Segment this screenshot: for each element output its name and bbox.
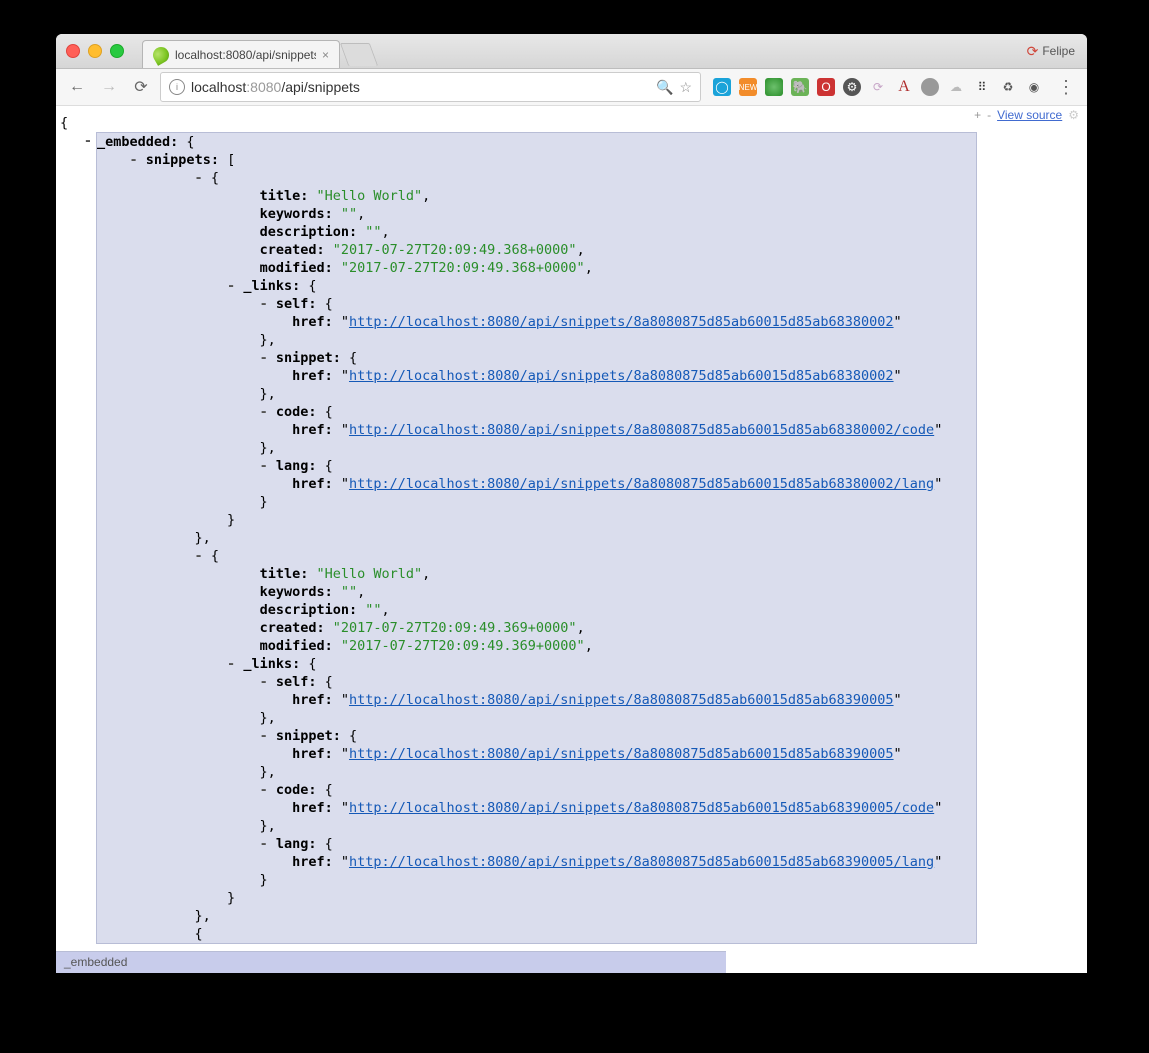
json-link[interactable]: http://localhost:8080/api/snippets/8a808… <box>349 692 894 708</box>
menu-button[interactable]: ⋮ <box>1053 74 1079 100</box>
toggle-icon[interactable]: - <box>260 836 268 852</box>
toggle-icon[interactable]: - <box>130 152 138 168</box>
json-link[interactable]: http://localhost:8080/api/snippets/8a808… <box>349 476 934 492</box>
json-highlighted-block: _embedded: { - snippets: [ - { title: "H… <box>96 132 977 944</box>
browser-window: localhost:8080/api/snippets × ⟳ Felipe ←… <box>56 34 1087 973</box>
toggle-icon[interactable]: - <box>260 728 268 744</box>
settings-gear-icon[interactable]: ⚙ <box>1068 108 1079 122</box>
new-tab-button[interactable] <box>340 43 378 66</box>
toggle-icon[interactable]: - <box>260 674 268 690</box>
toolbar: ← → ⟳ i localhost:8080/api/snippets 🔍 ☆ … <box>56 69 1087 106</box>
address-bar[interactable]: i localhost:8080/api/snippets 🔍 ☆ <box>160 72 701 102</box>
close-tab-icon[interactable]: × <box>322 48 329 62</box>
toggle-icon[interactable]: - <box>195 548 203 564</box>
url-host: localhost <box>191 79 246 95</box>
extension-icon[interactable]: ⠿ <box>973 78 991 96</box>
tab-title: localhost:8080/api/snippets <box>175 48 316 62</box>
window-controls <box>66 44 124 58</box>
toggle-icon[interactable]: - <box>84 133 92 149</box>
title-bar: localhost:8080/api/snippets × ⟳ Felipe <box>56 34 1087 69</box>
json-link[interactable]: http://localhost:8080/api/snippets/8a808… <box>349 746 894 762</box>
json-viewer-toolbar: + - View source ⚙ <box>974 108 1079 122</box>
json-link[interactable]: http://localhost:8080/api/snippets/8a808… <box>349 800 934 816</box>
json-link[interactable]: http://localhost:8080/api/snippets/8a808… <box>349 854 934 870</box>
extension-icon[interactable]: 🐘 <box>791 78 809 96</box>
json-line: { <box>60 114 977 132</box>
json-link[interactable]: http://localhost:8080/api/snippets/8a808… <box>349 368 894 384</box>
status-bar: _embedded <box>56 951 726 973</box>
extension-icon[interactable]: O <box>817 78 835 96</box>
extension-icon[interactable] <box>921 78 939 96</box>
extension-icon[interactable]: NEW <box>739 78 757 96</box>
extension-icons: ◯ NEW 🐘 O ⚙ ⟳ A ☁ ⠿ ♻ ◉ <box>713 78 1043 96</box>
bookmark-star-icon[interactable]: ☆ <box>679 79 692 96</box>
view-source-link[interactable]: View source <box>997 108 1062 122</box>
profile-name: Felipe <box>1042 44 1075 58</box>
url-text: localhost:8080/api/snippets <box>191 79 650 95</box>
extension-icon[interactable]: ♻ <box>999 78 1017 96</box>
extension-icon[interactable] <box>765 78 783 96</box>
favicon-icon <box>150 44 172 66</box>
browser-tab[interactable]: localhost:8080/api/snippets × <box>142 40 340 68</box>
close-window-button[interactable] <box>66 44 80 58</box>
extension-icon[interactable]: A <box>895 78 913 96</box>
extension-icon[interactable]: ⟳ <box>869 78 887 96</box>
toggle-icon[interactable]: - <box>260 296 268 312</box>
toggle-icon[interactable]: - <box>260 350 268 366</box>
json-link[interactable]: http://localhost:8080/api/snippets/8a808… <box>349 314 894 330</box>
extension-icon[interactable]: ◯ <box>713 78 731 96</box>
page-content: + - View source ⚙ {-_embedded: { - snipp… <box>56 106 1087 973</box>
minimize-window-button[interactable] <box>88 44 102 58</box>
profile-icon: ⟳ <box>1027 43 1039 60</box>
maximize-window-button[interactable] <box>110 44 124 58</box>
json-link[interactable]: http://localhost:8080/api/snippets/8a808… <box>349 422 934 438</box>
extension-icon[interactable]: ⚙ <box>843 78 861 96</box>
collapse-all-button[interactable]: - <box>987 108 991 122</box>
toggle-icon[interactable]: - <box>260 782 268 798</box>
toggle-icon[interactable]: - <box>227 278 235 294</box>
json-viewer: {-_embedded: { - snippets: [ - { title: … <box>60 114 977 947</box>
site-info-icon[interactable]: i <box>169 79 185 95</box>
forward-button[interactable]: → <box>96 74 122 100</box>
toggle-icon[interactable]: - <box>227 656 235 672</box>
extension-icon[interactable]: ◉ <box>1025 78 1043 96</box>
url-path: /api/snippets <box>281 79 360 95</box>
back-button[interactable]: ← <box>64 74 90 100</box>
reload-button[interactable]: ⟳ <box>128 74 154 100</box>
toggle-icon[interactable]: - <box>195 170 203 186</box>
profile-indicator[interactable]: ⟳ Felipe <box>1027 43 1075 60</box>
zoom-icon[interactable]: 🔍 <box>656 79 673 96</box>
url-port: :8080 <box>246 79 281 95</box>
toggle-icon[interactable]: - <box>260 458 268 474</box>
toggle-icon[interactable]: - <box>260 404 268 420</box>
extension-icon[interactable]: ☁ <box>947 78 965 96</box>
json-embedded-block: -_embedded: { - snippets: [ - { title: "… <box>60 132 977 944</box>
